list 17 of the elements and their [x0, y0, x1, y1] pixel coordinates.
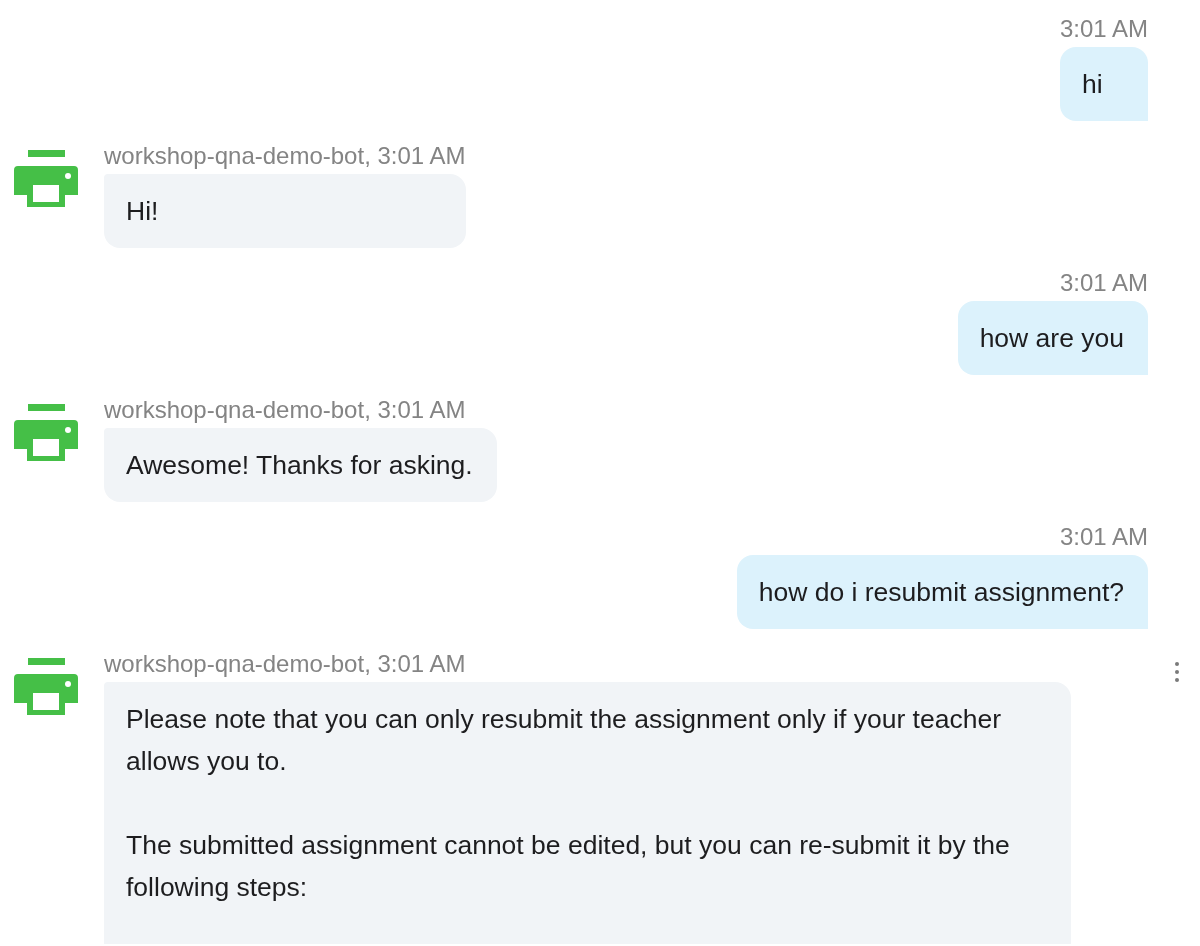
- message-timestamp: 3:01 AM: [1059, 16, 1148, 42]
- message-text: Please note that you can only resubmit the assignment only if your teacher allows you to.: [126, 703, 1002, 778]
- message-text: Hi!: [126, 195, 160, 228]
- message-text: how do i resubmit assignment?: [758, 576, 1124, 609]
- message-header: workshop-qna-demo-bot, 3:01 AM: [104, 143, 466, 169]
- message-text: hi: [1081, 68, 1104, 101]
- message-text: The submitted assignment cannot be edited, but you can re-submit it by the following steps:: [126, 829, 1011, 904]
- more-options-icon[interactable]: [1173, 662, 1181, 682]
- message-timestamp: 3:01 AM: [1058, 270, 1148, 296]
- printer-icon: [14, 404, 78, 462]
- printer-icon: [14, 658, 78, 716]
- message-timestamp: 3:01 AM: [1058, 524, 1148, 550]
- message-text: how are you: [979, 322, 1124, 355]
- message-header: workshop-qna-demo-bot, 3:01 AM: [104, 651, 467, 677]
- message-header: workshop-qna-demo-bot, 3:01 AM: [104, 397, 467, 423]
- printer-icon: [14, 150, 78, 208]
- message-text: Awesome! Thanks for asking.: [126, 449, 473, 482]
